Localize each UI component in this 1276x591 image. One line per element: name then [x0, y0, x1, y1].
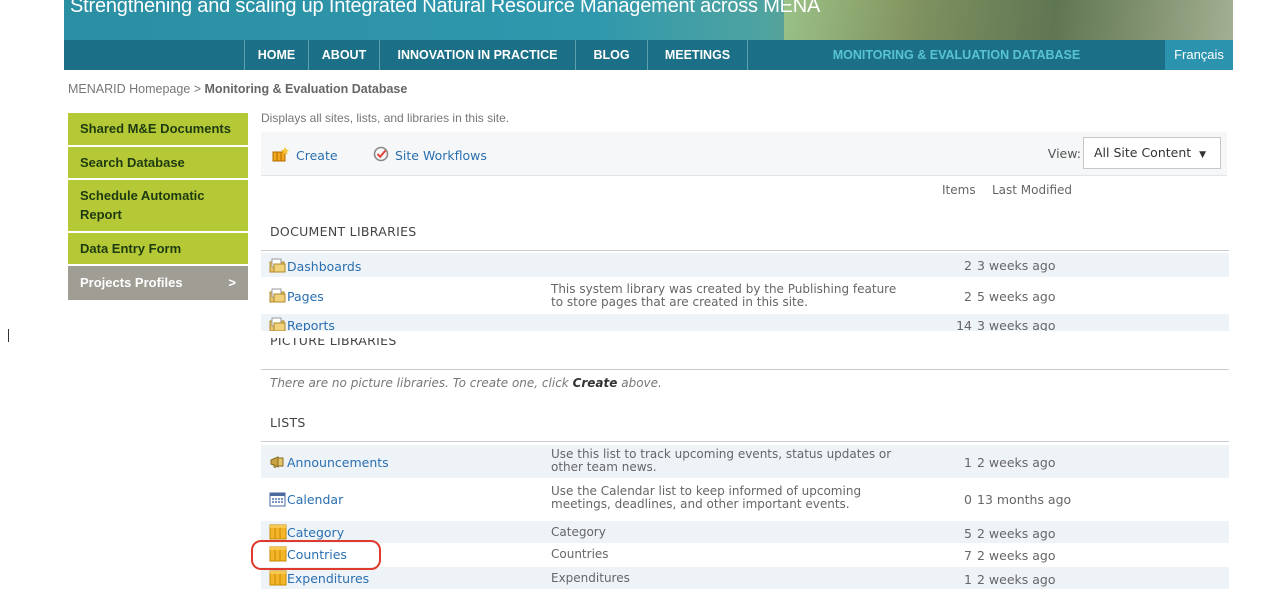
- list-item[interactable]: Pages This system library was created by…: [261, 280, 1229, 312]
- last-modified: 2 weeks ago: [977, 455, 1056, 470]
- section-divider: [261, 441, 1229, 442]
- section-title-document-libraries: DOCUMENT LIBRARIES: [270, 224, 417, 239]
- list-item-description: Countries: [551, 547, 609, 561]
- sidebar-item-data-entry-form[interactable]: Data Entry Form: [68, 233, 248, 264]
- list-item-name[interactable]: Calendar: [269, 491, 343, 510]
- text-cursor: [8, 329, 9, 342]
- chevron-right-icon: >: [228, 275, 236, 290]
- list-item-name[interactable]: Announcements: [269, 454, 389, 473]
- create-icon: [272, 146, 290, 165]
- list-item-description: meetings, deadlines, and other important…: [551, 497, 850, 511]
- site-content-panel: Displays all sites, lists, and libraries…: [251, 0, 1233, 591]
- last-modified: 13 months ago: [977, 492, 1072, 507]
- last-modified: 3 weeks ago: [977, 258, 1056, 273]
- item-count: 5: [964, 526, 972, 541]
- sidebar-item-shared-me-documents[interactable]: Shared M&E Documents: [68, 113, 248, 145]
- empty-picture-libraries-message: There are no picture libraries. To creat…: [270, 376, 662, 390]
- list-item[interactable]: Calendar Use the Calendar list to keep i…: [261, 482, 1229, 515]
- announcement-megaphone-icon: [269, 454, 287, 473]
- last-modified: 2 weeks ago: [977, 526, 1056, 541]
- countries-highlight-annotation: [251, 540, 381, 570]
- document-library-icon: [269, 288, 287, 307]
- view-select[interactable]: All Site Content ▼: [1083, 137, 1221, 169]
- list-item-description: Expenditures: [551, 571, 630, 585]
- list-item[interactable]: Countries Countries 7 2 weeks ago: [261, 543, 1229, 566]
- list-item[interactable]: Reports 14 3 weeks ago: [261, 314, 1229, 331]
- item-count: 0: [964, 492, 972, 507]
- list-item-name[interactable]: Pages: [269, 288, 324, 307]
- item-count: 2: [964, 289, 972, 304]
- view-select-value: All Site Content: [1094, 145, 1192, 160]
- create-button[interactable]: Create: [272, 146, 338, 165]
- document-library-icon: [269, 317, 287, 331]
- page-description: Displays all sites, lists, and libraries…: [261, 111, 510, 125]
- column-header-items[interactable]: Items: [942, 183, 976, 197]
- sidebar-item-schedule-automatic-report[interactable]: Schedule Automatic Report: [68, 180, 248, 231]
- document-library-icon: [269, 258, 287, 277]
- last-modified: 3 weeks ago: [977, 318, 1056, 331]
- list-item-description: other team news.: [551, 460, 657, 474]
- list-item[interactable]: Dashboards 2 3 weeks ago: [261, 253, 1229, 277]
- sidebar-item-label: Projects Profiles: [80, 275, 183, 290]
- item-count: 1: [964, 455, 972, 470]
- section-divider: [261, 250, 1229, 251]
- breadcrumb-separator: >: [190, 82, 205, 96]
- list-item-name[interactable]: Dashboards: [269, 258, 361, 277]
- toolbar: Create Site Workflows View: All Site Con…: [261, 132, 1227, 176]
- column-header-last-modified[interactable]: Last Modified: [992, 183, 1072, 197]
- last-modified: 2 weeks ago: [977, 572, 1056, 587]
- list-item-description: to store pages that are created in this …: [551, 295, 808, 309]
- last-modified: 2 weeks ago: [977, 548, 1056, 563]
- section-title-picture-libraries: PICTURE LIBRARIES: [270, 338, 397, 348]
- list-item-description: Category: [551, 525, 606, 539]
- item-count: 7: [964, 548, 972, 563]
- list-item-name[interactable]: Expenditures: [269, 570, 369, 589]
- view-label: View:: [1047, 146, 1081, 161]
- item-count: 2: [964, 258, 972, 273]
- item-count: 14: [956, 318, 972, 331]
- workflow-icon: [373, 146, 389, 165]
- list-icon: [269, 570, 287, 589]
- chevron-down-icon: ▼: [1199, 150, 1207, 160]
- sidebar-item-search-database[interactable]: Search Database: [68, 147, 248, 178]
- create-label: Create: [296, 148, 338, 163]
- sidebar-item-projects-profiles[interactable]: Projects Profiles >: [68, 266, 248, 300]
- section-divider: [261, 369, 1229, 370]
- site-workflows-button[interactable]: Site Workflows: [373, 146, 487, 165]
- calendar-icon: [269, 491, 287, 510]
- list-item-name[interactable]: Reports: [269, 317, 335, 331]
- section-title-lists: LISTS: [270, 415, 306, 430]
- item-count: 1: [964, 572, 972, 587]
- last-modified: 5 weeks ago: [977, 289, 1056, 304]
- breadcrumb-home-link[interactable]: MENARID Homepage: [68, 82, 190, 96]
- list-item[interactable]: Announcements Use this list to track upc…: [261, 445, 1229, 478]
- list-item[interactable]: Expenditures Expenditures 1 2 weeks ago: [261, 567, 1229, 589]
- sidebar: Shared M&E Documents Search Database Sch…: [68, 113, 248, 302]
- list-item[interactable]: Category Category 5 2 weeks ago: [261, 521, 1229, 543]
- create-link[interactable]: Create: [573, 376, 618, 390]
- site-workflows-label: Site Workflows: [395, 148, 487, 163]
